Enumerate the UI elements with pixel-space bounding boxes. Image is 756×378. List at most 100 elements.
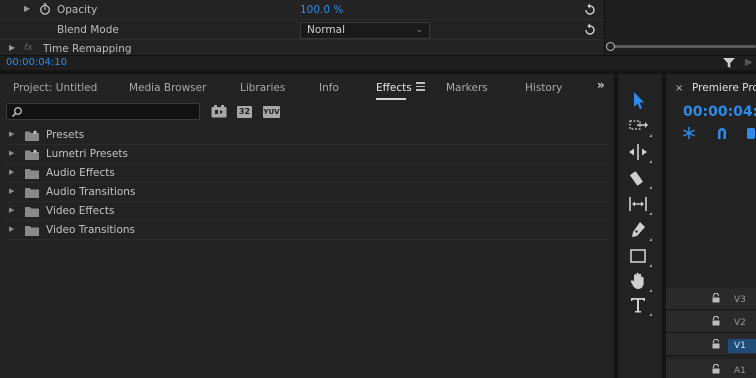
zoom-handle[interactable] [606,42,615,51]
stopwatch-icon[interactable] [39,3,51,15]
folder-icon [25,225,39,236]
hand-icon[interactable] [628,271,652,292]
time-remapping-row: ▶ fx Time Remapping [0,41,604,55]
sequence-tab[interactable]: Premiere Pro [692,82,756,94]
lock-icon[interactable] [712,363,720,374]
slip-icon[interactable] [628,194,652,215]
track-v2[interactable]: V2 [666,311,756,333]
tabs-overflow-button[interactable]: » [597,78,605,92]
nest-toggle-icon[interactable] [682,127,696,139]
tab-effects[interactable]: Effects [376,82,412,94]
track-name[interactable]: A1 [728,364,756,378]
list-item[interactable]: ▶ Video Effects [6,202,608,221]
effects-item-label: Presets [46,129,85,141]
time-remapping-label: Time Remapping [43,43,132,55]
timeline-panel: × Premiere Pro 00:00:04:1 V3 V2 V1 [666,74,756,378]
tool-group-indicator [649,313,652,316]
effect-controls-properties: ▶ Opacity 100.0 % Blend Mode Normal ⌄ ▶ … [0,0,604,55]
panel-menu-icon[interactable] [416,82,425,92]
lock-icon[interactable] [712,292,720,303]
rectangle-icon[interactable] [628,246,652,267]
selection-tool-icon[interactable] [628,90,650,110]
tab-media-browser[interactable]: Media Browser [129,82,206,94]
expand-arrow-icon[interactable]: ▶ [9,130,14,138]
track-v3[interactable]: V3 [666,288,756,310]
tool-group-indicator [649,212,652,215]
list-item[interactable]: ▶ Lumetri Presets [6,145,608,164]
effect-controls-timecode[interactable]: 00:00:04:10 [6,57,67,68]
close-icon[interactable]: × [675,83,683,94]
opacity-row: ▶ Opacity 100.0 % [0,1,604,20]
expand-arrow-icon[interactable]: ▶ [9,149,14,157]
folder-icon [25,168,39,179]
effect-controls-footer: 00:00:04:10 ▶ [0,55,756,70]
expand-arrow-icon[interactable]: ▶ [9,206,14,214]
tool-group-indicator [649,264,652,267]
play-icon[interactable]: ▶ [745,57,753,68]
reset-opacity-icon[interactable] [583,3,597,17]
filter-icon[interactable] [722,57,736,69]
tool-group-indicator [649,160,652,163]
chevron-down-icon: ⌄ [415,25,423,35]
timeline-timecode[interactable]: 00:00:04:1 [683,104,756,120]
tool-group-indicator [649,289,652,292]
type-icon[interactable] [628,295,652,316]
fx-icon: fx [24,43,33,53]
tools-panel [618,74,662,378]
blend-mode-dropdown[interactable]: Normal ⌄ [300,22,430,39]
tab-info[interactable]: Info [319,82,339,94]
list-item[interactable]: ▶ Video Transitions [6,221,608,240]
lock-icon[interactable] [712,338,720,349]
effects-panel: Project: Untitled Media Browser Librarie… [0,74,614,378]
expand-arrow-icon[interactable]: ▶ [9,168,14,176]
track-name-selected[interactable]: V1 [728,339,756,353]
tab-markers[interactable]: Markers [446,82,488,94]
linked-selection-icon[interactable] [746,127,756,139]
track-a1[interactable]: A1 [666,359,756,378]
lock-icon[interactable] [712,315,720,326]
effect-controls-panel: ▶ Opacity 100.0 % Blend Mode Normal ⌄ ▶ … [0,0,756,70]
folder-icon [25,206,39,217]
yuv-effects-badge[interactable]: YUV [263,106,280,118]
effects-list: ▶ Presets ▶ Lumetri Presets ▶ Audio Effe… [6,126,608,240]
track-name[interactable]: V2 [728,316,756,330]
list-item[interactable]: ▶ Audio Transitions [6,183,608,202]
tool-group-indicator [649,134,652,137]
pen-icon[interactable] [628,220,652,241]
32-bit-effects-badge[interactable]: 32 [237,106,252,118]
snap-icon[interactable] [716,127,728,139]
tab-project[interactable]: Project: Untitled [13,82,97,94]
track-select-forward-icon[interactable] [628,116,652,137]
folder-icon [25,187,39,198]
effects-item-label: Video Transitions [46,224,136,236]
opacity-twirl-icon[interactable]: ▶ [24,4,30,13]
active-tab-underline [376,98,406,100]
preset-folder-icon [25,130,39,141]
tab-history[interactable]: History [525,82,562,94]
opacity-value[interactable]: 100.0 % [300,4,343,16]
expand-arrow-icon[interactable]: ▶ [9,225,14,233]
preset-folder-icon [25,149,39,160]
effects-item-label: Audio Transitions [46,186,136,198]
opacity-label: Opacity [57,4,98,16]
list-item[interactable]: ▶ Audio Effects [6,164,608,183]
ripple-edit-icon[interactable] [628,142,652,163]
expand-arrow-icon[interactable]: ▶ [9,187,14,195]
razor-icon[interactable] [628,168,652,189]
search-icon [11,106,23,118]
track-v1[interactable]: V1 [666,334,756,356]
track-name[interactable]: V3 [728,293,756,307]
tool-group-indicator [649,186,652,189]
effects-item-label: Audio Effects [46,167,115,179]
effects-item-label: Video Effects [46,205,115,217]
effects-search-input[interactable] [6,103,200,120]
effect-controls-zoom-bar[interactable] [610,45,756,48]
reset-blend-mode-icon[interactable] [583,23,597,37]
accelerated-effects-icon[interactable] [211,105,227,118]
tab-libraries[interactable]: Libraries [240,82,285,94]
list-item[interactable]: ▶ Presets [6,126,608,145]
blend-mode-row: Blend Mode Normal ⌄ [0,21,604,40]
panel-tabs: Project: Untitled Media Browser Librarie… [0,74,614,100]
time-remapping-twirl-icon[interactable]: ▶ [9,43,15,52]
tool-group-indicator [649,238,652,241]
